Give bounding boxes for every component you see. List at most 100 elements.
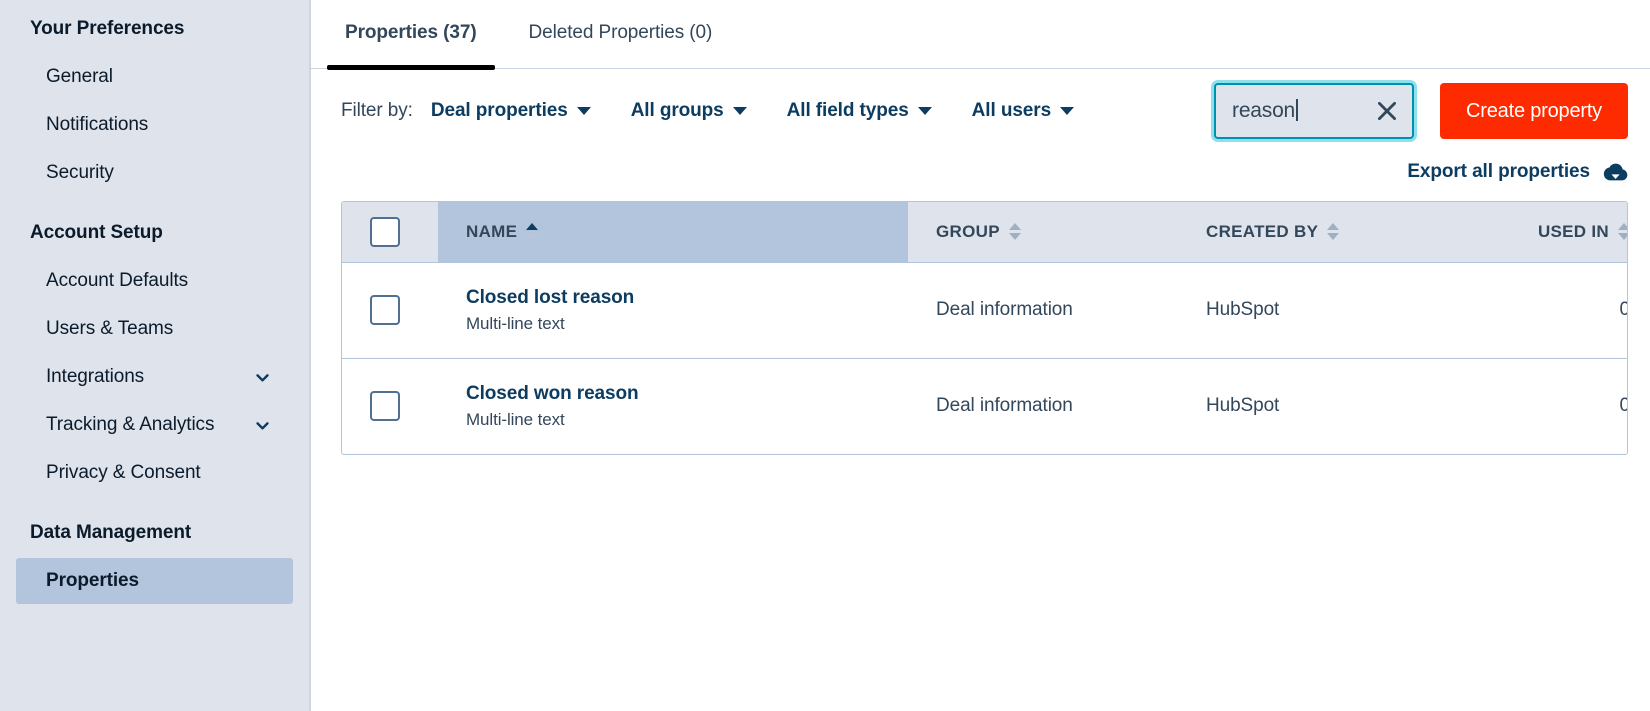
chevron-down-icon [732,107,747,115]
chevron-down-icon [1060,107,1075,115]
export-link-label: Export all properties [1407,161,1590,182]
sidebar-item-privacy-and-consent[interactable]: Privacy & Consent [16,450,293,496]
sidebar-item-label: Notifications [46,114,149,135]
filter-dropdown-groups[interactable]: All groups [631,100,747,122]
column-header-created-by[interactable]: CREATED BY [1178,202,1458,263]
create-property-button[interactable]: Create property [1440,83,1628,139]
column-header-inner: USED IN [1458,221,1627,242]
sidebar-item-tracking-and-analytics[interactable]: Tracking & Analytics [16,402,293,448]
chevron-down-icon [917,107,932,115]
row-name-cell: Closed won reason Multi-line text [438,358,908,454]
sidebar-item-users-and-teams[interactable]: Users & Teams [16,306,293,352]
table-body: Closed lost reason Multi-line text Deal … [342,262,1627,454]
filter-dropdown-label: All field types [786,100,909,121]
row-group-cell: Deal information [936,395,1073,417]
table-header: NAME GROUP CREATED BY USED IN [342,202,1627,263]
column-header-name[interactable]: NAME [438,202,908,263]
sidebar-section-title-data-management: Data Management [30,522,192,543]
sidebar-item-label: Security [46,162,114,183]
row-used-in-cell: 0 [1458,358,1627,454]
sidebar-item-label: Privacy & Consent [46,462,201,483]
property-field-type: Multi-line text [466,409,565,429]
sort-arrows-icon[interactable] [1008,223,1021,241]
column-header-select-all [342,202,438,263]
column-header-inner: NAME [438,222,908,242]
properties-table-container: NAME GROUP CREATED BY USED IN Closed los… [341,201,1628,455]
main-content: Properties (37) Deleted Properties (0) F… [311,0,1650,711]
settings-sidebar: Your Preferences General Notifications S… [0,0,311,711]
sidebar-item-properties[interactable]: Properties [16,558,293,604]
filter-dropdown-field-types[interactable]: All field types [787,100,932,122]
sidebar-item-label: Users & Teams [46,318,174,339]
tab-properties[interactable]: Properties (37) [319,0,503,70]
chevron-down-icon[interactable] [254,417,271,434]
filter-dropdown-label: All groups [630,100,724,121]
row-select-cell [342,262,438,359]
tab-label: Properties (37) [345,22,477,43]
row-checkbox[interactable] [370,391,400,422]
row-select-cell [342,358,438,454]
sidebar-section-title-account-setup: Account Setup [30,222,163,243]
tab-bar: Properties (37) Deleted Properties (0) [311,0,1650,70]
sidebar-item-security[interactable]: Security [16,150,293,196]
close-x-icon[interactable] [1374,98,1400,124]
column-header-used-in[interactable]: USED IN [1458,202,1627,263]
row-created-by-cell: HubSpot [1178,262,1458,359]
filter-dropdown-users[interactable]: All users [971,100,1075,122]
column-header-label: USED IN [1537,221,1609,241]
column-header-label: NAME [466,221,518,241]
row-name-cell: Closed lost reason Multi-line text [438,262,908,359]
filter-bar: Filter by: Deal properties All groups Al… [311,69,1650,153]
search-input-text: reason [1232,99,1296,122]
sidebar-item-general[interactable]: General [16,54,293,100]
properties-table: NAME GROUP CREATED BY USED IN Closed los… [342,202,1627,454]
table-header-row: NAME GROUP CREATED BY USED IN [342,202,1627,263]
column-header-group[interactable]: GROUP [908,202,1178,263]
row-used-in-cell: 0 [1458,262,1627,359]
tab-deleted-properties[interactable]: Deleted Properties (0) [503,0,739,69]
export-all-properties-link[interactable]: Export all properties [1407,161,1628,183]
row-created-by-cell: HubSpot [1206,395,1280,417]
column-header-label: CREATED BY [1206,221,1319,241]
filter-dropdown-label: All users [971,100,1052,121]
column-header-inner: GROUP [908,222,1178,242]
sidebar-item-label: General [46,66,113,87]
select-all-cell [342,216,438,247]
column-header-inner: CREATED BY [1178,222,1458,242]
sidebar-section-title-your-preferences: Your Preferences [30,18,185,39]
export-row: Export all properties [311,153,1650,191]
filter-dropdown-label: Deal properties [430,100,568,121]
search-input-value: reason [1232,99,1374,123]
select-all-checkbox[interactable] [370,216,400,247]
sidebar-item-label: Integrations [46,366,145,387]
cloud-download-icon [1602,161,1628,183]
search-field-wrapper: reason [1214,83,1415,139]
text-cursor [1296,99,1299,121]
row-group-cell: Deal information [908,262,1178,359]
sidebar-item-account-defaults[interactable]: Account Defaults [16,258,293,304]
filter-by-label: Filter by: [341,100,413,121]
chevron-down-icon[interactable] [254,369,271,386]
column-header-label: GROUP [936,221,1000,241]
table-row: Closed lost reason Multi-line text Deal … [342,262,1627,359]
table-row: Closed won reason Multi-line text Deal i… [342,358,1627,454]
filter-dropdown-object-type[interactable]: Deal properties [431,100,591,122]
property-name-link[interactable]: Closed won reason [466,383,908,405]
property-name-link[interactable]: Closed lost reason [466,287,908,309]
settings-properties-page: Your Preferences General Notifications S… [0,0,1650,711]
sidebar-item-integrations[interactable]: Integrations [16,354,293,400]
tab-label: Deleted Properties (0) [528,22,713,43]
sort-arrows-icon[interactable] [526,223,539,241]
sort-arrows-icon[interactable] [1618,223,1627,241]
sidebar-item-label: Account Defaults [46,270,189,291]
sidebar-item-label: Tracking & Analytics [46,414,215,435]
property-field-type: Multi-line text [466,313,565,333]
search-input[interactable]: reason [1214,83,1415,139]
sidebar-item-notifications[interactable]: Notifications [16,102,293,148]
chevron-down-icon [576,107,591,115]
sort-arrows-icon[interactable] [1327,223,1340,241]
row-checkbox[interactable] [370,295,400,325]
sidebar-item-label: Properties [46,570,139,591]
